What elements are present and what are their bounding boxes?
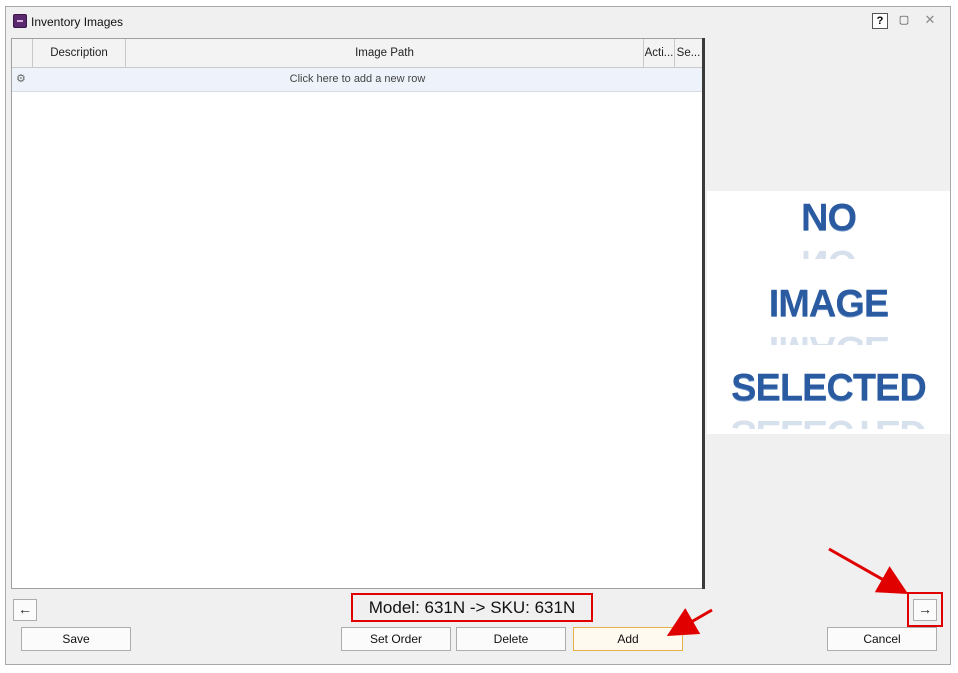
annotation-arrow xyxy=(828,547,909,594)
annotation-arrow xyxy=(666,608,713,636)
annotation-overlay xyxy=(666,547,909,636)
